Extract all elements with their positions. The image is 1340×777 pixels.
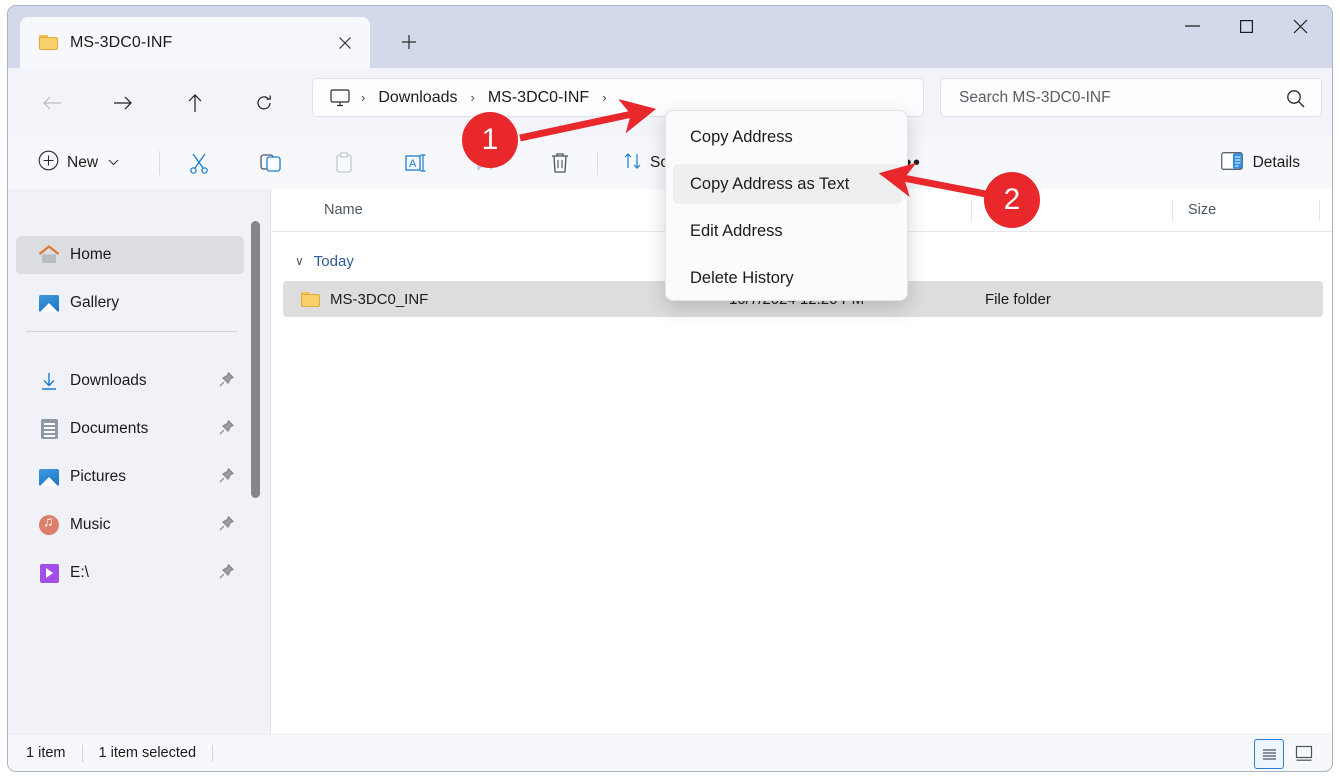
paste-button	[320, 145, 368, 181]
new-button[interactable]: New	[30, 145, 131, 181]
breadcrumb-chevron-icon[interactable]: ›	[591, 90, 617, 105]
menu-item-label: Edit Address	[690, 221, 783, 240]
file-type-cell: File folder	[985, 290, 1051, 308]
breadcrumb-separator: ›	[470, 90, 475, 105]
download-icon	[38, 370, 60, 392]
details-button-label: Details	[1252, 154, 1300, 171]
home-icon	[38, 244, 60, 266]
menu-item-edit-address[interactable]: Edit Address	[673, 211, 902, 251]
breadcrumb-downloads[interactable]: Downloads	[376, 86, 459, 110]
menu-item-label: Delete History	[690, 268, 794, 287]
sidebar-item-label: E:\	[70, 564, 89, 581]
status-divider	[81, 744, 83, 762]
sidebar-item-drive-e[interactable]: E:\	[16, 554, 244, 592]
search-icon[interactable]	[1286, 89, 1305, 113]
column-divider[interactable]	[1319, 200, 1320, 221]
column-divider[interactable]	[1172, 200, 1173, 221]
details-pane-button[interactable]: Details	[1211, 145, 1310, 181]
menu-item-label: Copy Address as Text	[690, 174, 850, 193]
group-header-label: Today	[313, 252, 354, 270]
pin-icon[interactable]	[219, 467, 235, 486]
breadcrumb-separator: ›	[361, 90, 366, 105]
sort-arrows-icon	[623, 151, 643, 176]
search-input[interactable]	[957, 87, 1271, 108]
sidebar-item-downloads[interactable]: Downloads	[16, 362, 244, 400]
sidebar-item-pictures[interactable]: Pictures	[16, 458, 244, 496]
status-selection: 1 item selected	[98, 745, 197, 761]
toolbar-divider	[159, 151, 160, 175]
sidebar-scrollbar[interactable]	[251, 189, 265, 734]
pin-icon[interactable]	[219, 515, 235, 534]
toolbar-divider	[597, 151, 598, 175]
folder-icon	[301, 291, 320, 307]
column-header-name[interactable]: Name	[324, 189, 363, 231]
sidebar-item-label: Documents	[70, 420, 149, 437]
tab-title: MS-3DC0-INF	[70, 33, 173, 51]
group-header-today[interactable]: ∨ Today	[271, 247, 354, 275]
back-button[interactable]	[34, 85, 70, 121]
gallery-icon	[38, 292, 60, 314]
pin-icon[interactable]	[219, 419, 235, 438]
menu-item-copy-address-as-text[interactable]: Copy Address as Text	[673, 164, 902, 204]
cut-button[interactable]	[175, 145, 223, 181]
sidebar-item-label: Home	[70, 246, 112, 263]
new-tab-button[interactable]	[393, 26, 425, 58]
large-icons-view-icon[interactable]	[1290, 739, 1318, 767]
up-button[interactable]	[177, 85, 213, 121]
pictures-icon	[38, 466, 60, 488]
copy-button[interactable]	[247, 145, 295, 181]
menu-item-copy-address[interactable]: Copy Address	[673, 117, 902, 157]
title-bar: MS-3DC0-INF	[8, 6, 1332, 68]
sidebar-item-music[interactable]: Music	[16, 506, 244, 544]
sidebar-item-home[interactable]: Home	[16, 236, 244, 274]
plus-circle-icon	[38, 150, 59, 176]
file-explorer-window: MS-3DC0-INF › Downloads › MS-3DC0-INF › …	[7, 5, 1333, 772]
chevron-down-icon[interactable]: ∨	[295, 254, 304, 268]
sidebar-item-label: Gallery	[70, 294, 120, 311]
sidebar-item-documents[interactable]: Documents	[16, 410, 244, 448]
sidebar-scrollbar-thumb[interactable]	[251, 221, 260, 498]
details-view-icon[interactable]	[1254, 739, 1284, 769]
navigation-pane: Home Gallery Downloads Documents Picture…	[8, 189, 270, 734]
this-pc-monitor-icon[interactable]	[330, 88, 350, 107]
column-divider[interactable]	[971, 200, 972, 221]
status-bar: 1 item 1 item selected	[8, 734, 1332, 771]
view-toggle-group	[1254, 739, 1318, 769]
sidebar-item-label: Pictures	[70, 468, 126, 485]
menu-item-delete-history[interactable]: Delete History	[673, 258, 902, 298]
breadcrumb-current-folder[interactable]: MS-3DC0-INF	[486, 86, 591, 110]
window-close-icon[interactable]	[1277, 6, 1324, 46]
menu-item-label: Copy Address	[690, 127, 793, 146]
file-name-cell: MS-3DC0_INF	[330, 290, 429, 308]
minimize-icon[interactable]	[1169, 6, 1216, 46]
new-button-label: New	[67, 154, 99, 171]
music-icon	[38, 513, 60, 536]
svg-text:A: A	[409, 158, 417, 170]
status-item-count: 1 item	[26, 745, 66, 761]
forward-button[interactable]	[105, 85, 141, 121]
sidebar-item-gallery[interactable]: Gallery	[16, 284, 244, 322]
pin-icon[interactable]	[219, 371, 235, 390]
refresh-button[interactable]	[246, 85, 282, 121]
sidebar-item-label: Downloads	[70, 372, 147, 389]
status-divider	[212, 744, 214, 762]
sidebar-divider	[26, 331, 237, 332]
address-bar-context-menu: Copy Address Copy Address as Text Edit A…	[665, 110, 908, 301]
sidebar-item-label: Music	[70, 516, 111, 533]
documents-icon	[38, 418, 60, 440]
maximize-icon[interactable]	[1223, 6, 1270, 46]
drive-icon	[38, 562, 60, 584]
pin-icon[interactable]	[219, 563, 235, 582]
close-icon[interactable]	[332, 30, 358, 56]
search-box[interactable]	[940, 78, 1322, 117]
share-button	[464, 145, 512, 181]
chevron-down-icon[interactable]	[108, 158, 119, 169]
details-pane-icon	[1220, 151, 1243, 175]
column-header-type[interactable]: Type	[985, 189, 1016, 231]
browser-tab[interactable]: MS-3DC0-INF	[20, 17, 370, 68]
column-header-size[interactable]: Size	[1188, 189, 1216, 231]
rename-button[interactable]: A	[392, 145, 440, 181]
delete-button[interactable]	[536, 145, 584, 181]
folder-icon	[39, 35, 58, 50]
